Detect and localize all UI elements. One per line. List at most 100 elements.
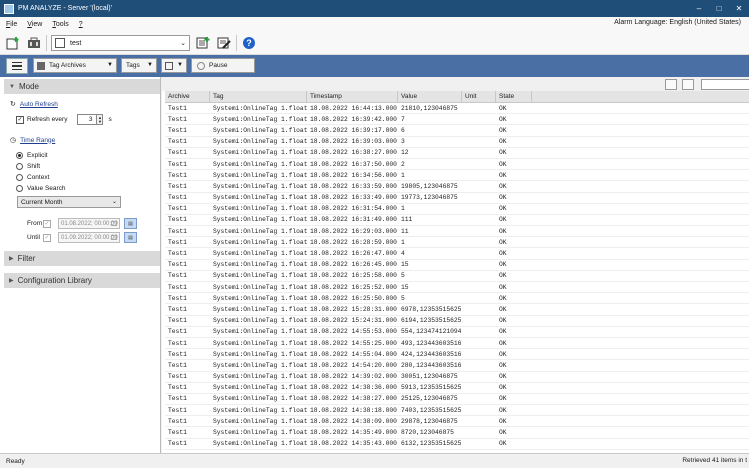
table-cell: Systemi:OnlineTag 1.float <box>213 160 307 168</box>
open-project-button[interactable] <box>25 34 43 52</box>
calendar-icon[interactable] <box>111 221 117 226</box>
radio-value-search[interactable]: Value Search <box>16 185 66 192</box>
radio-icon[interactable] <box>16 163 23 170</box>
table-row[interactable]: Test1 Systemi:OnlineTag 1.float 18.08.2022… <box>165 148 749 159</box>
table-row[interactable]: Test1 Systemi:OnlineTag 1.float 18.08.2022… <box>165 416 749 428</box>
from-picker-button[interactable]: ▤ <box>124 218 137 229</box>
column-header-tag[interactable]: Tag <box>210 90 307 103</box>
table-row[interactable]: Test1 Systemi:OnlineTag 1.float 18.08.2022… <box>165 125 749 137</box>
view-type-dropdown[interactable]: Tag Archives ▼ <box>33 58 117 73</box>
table-row[interactable]: Test1 Systemi:OnlineTag 1.float 18.08.2022… <box>165 114 749 126</box>
table-cell: 18.08.2022 14:38:18.000 <box>310 406 397 414</box>
table-row[interactable]: Test1 Systemi:OnlineTag 1.float 18.08.2022… <box>165 248 749 260</box>
table-row[interactable]: Test1 Systemi:OnlineTag 1.float 18.08.2022… <box>165 181 749 193</box>
table-view-dropdown[interactable]: ▼ <box>161 58 187 73</box>
refresh-interval-stepper[interactable]: 3 ▲ ▼ <box>77 114 104 125</box>
table-row[interactable]: Test1 Systemi:OnlineTag 1.float 18.08.2022… <box>165 349 749 361</box>
column-header-timestamp[interactable]: Timestamp <box>307 90 398 103</box>
stepper-arrows-icon[interactable]: ▲ ▼ <box>96 114 104 125</box>
refresh-every-checkbox[interactable]: ✓ <box>16 115 24 124</box>
table-cell: OK <box>499 160 507 168</box>
time-preset-dropdown[interactable]: Current Month ⌄ <box>17 196 121 208</box>
column-header-value[interactable]: Value <box>398 90 462 103</box>
table-row[interactable]: Test1 Systemi:OnlineTag 1.float 18.08.2022… <box>165 372 749 383</box>
table-cell: 1 <box>401 238 405 246</box>
help-button[interactable]: ? <box>240 34 258 52</box>
table-row[interactable]: Test1 Systemi:OnlineTag 1.float 18.08.2022… <box>165 360 749 372</box>
table-cell: 15 <box>401 261 409 269</box>
menu-tools[interactable]: Tools <box>52 21 68 28</box>
pause-button[interactable]: Pause <box>191 58 255 73</box>
column-header-archive[interactable]: Archive <box>165 90 210 103</box>
table-cell: Systemi:OnlineTag 1.float <box>213 294 307 302</box>
table-row[interactable]: Test1 Systemi:OnlineTag 1.float 18.08.2022… <box>165 215 749 227</box>
menu-view[interactable]: View <box>27 21 42 28</box>
menu-file[interactable]: File <box>6 21 17 28</box>
table-cell: 280,123443603516 <box>401 361 462 369</box>
search-input[interactable] <box>701 79 749 90</box>
filter-section-header[interactable]: ▶ Filter <box>4 251 160 266</box>
table-cell: OK <box>499 305 507 313</box>
hamburger-menu-icon[interactable] <box>6 58 28 74</box>
table-row[interactable]: Test1 Systemi:OnlineTag 1.float 18.08.2022… <box>165 282 749 294</box>
maximize-button[interactable]: □ <box>709 0 729 17</box>
table-row[interactable]: Test1 Systemi:OnlineTag 1.float 18.08.2022… <box>165 159 749 171</box>
toolbox-icon <box>28 37 40 48</box>
from-date-field[interactable]: 01.08.2022; 00:00:00 <box>58 218 120 229</box>
export-icon[interactable] <box>665 79 677 90</box>
minimize-button[interactable]: – <box>689 0 709 17</box>
edit-view-button[interactable] <box>215 34 233 52</box>
until-checkbox[interactable]: ✓ <box>43 233 51 242</box>
table-row[interactable]: Test1 Systemi:OnlineTag 1.float 18.08.2022… <box>165 327 749 338</box>
view-toolbar: Tag Archives ▼ Tags ▼ ▼ Pause <box>0 55 749 77</box>
table-cell: 18.08.2022 14:55:04.000 <box>310 350 397 358</box>
auto-refresh-link[interactable]: Auto Refresh <box>20 101 58 108</box>
radio-context[interactable]: Context <box>16 174 49 181</box>
mode-section-header[interactable]: ▼ Mode <box>4 79 160 94</box>
table-row[interactable]: Test1 Systemi:OnlineTag 1.float 18.08.2022… <box>165 439 749 450</box>
menu-help[interactable]: ? <box>79 21 83 28</box>
table-row[interactable]: Test1 Systemi:OnlineTag 1.float 18.08.2022… <box>165 260 749 271</box>
table-row[interactable]: Test1 Systemi:OnlineTag 1.float 18.08.2022… <box>165 193 749 204</box>
table-row[interactable]: Test1 Systemi:OnlineTag 1.float 18.08.2022… <box>165 304 749 316</box>
radio-icon[interactable] <box>16 174 23 181</box>
table-cell: 19773,123046875 <box>401 194 458 202</box>
table-row[interactable]: Test1 Systemi:OnlineTag 1.float 18.08.2022… <box>165 394 749 406</box>
column-header-state[interactable]: State <box>496 90 532 103</box>
table-row[interactable]: Test1 Systemi:OnlineTag 1.float 18.08.2022… <box>165 293 749 305</box>
from-checkbox[interactable]: ✓ <box>43 219 51 228</box>
alarm-language-selector[interactable]: Alarm Language: English (United States) <box>614 19 741 26</box>
table-row[interactable]: Test1 Systemi:OnlineTag 1.float 18.08.2022… <box>165 383 749 394</box>
from-row: From ✓ 01.08.2022; 00:00:00 ▤ <box>27 218 137 229</box>
tags-dropdown[interactable]: Tags ▼ <box>121 58 157 73</box>
until-date-field[interactable]: 01.09.2022; 00:00:00 <box>58 232 120 243</box>
settings-icon[interactable] <box>682 79 694 90</box>
until-picker-button[interactable]: ▤ <box>124 232 137 243</box>
radio-icon[interactable] <box>16 152 23 159</box>
radio-icon[interactable] <box>16 185 23 192</box>
project-selector[interactable]: test ⌄ <box>51 35 190 51</box>
add-view-button[interactable] <box>194 34 212 52</box>
radio-explicit[interactable]: Explicit <box>16 152 48 159</box>
table-row[interactable]: Test1 Systemi:OnlineTag 1.float 18.08.2022… <box>165 226 749 238</box>
table-cell: Systemi:OnlineTag 1.float <box>213 182 307 190</box>
calendar-icon[interactable] <box>111 235 117 240</box>
table-row[interactable]: Test1 Systemi:OnlineTag 1.float 18.08.2022… <box>165 405 749 417</box>
configuration-library-header[interactable]: ▶ Configuration Library <box>4 273 160 288</box>
table-row[interactable]: Test1 Systemi:OnlineTag 1.float 18.08.2022… <box>165 237 749 249</box>
radio-shift[interactable]: Shift <box>16 163 40 170</box>
table-row[interactable]: Test1 Systemi:OnlineTag 1.float 18.08.2022… <box>165 427 749 439</box>
table-row[interactable]: Test1 Systemi:OnlineTag 1.float 18.08.2022… <box>165 316 749 327</box>
time-range-link[interactable]: Time Range <box>20 137 55 144</box>
table-row[interactable]: Test1 Systemi:OnlineTag 1.float 18.08.2022… <box>165 103 749 115</box>
pause-icon <box>197 61 205 70</box>
column-header-unit[interactable]: Unit <box>462 90 496 103</box>
table-row[interactable]: Test1 Systemi:OnlineTag 1.float 18.08.2022… <box>165 170 749 182</box>
table-row[interactable]: Test1 Systemi:OnlineTag 1.float 18.08.2022… <box>165 137 749 148</box>
close-button[interactable]: ✕ <box>729 0 749 17</box>
table-row[interactable]: Test1 Systemi:OnlineTag 1.float 18.08.2022… <box>165 204 749 215</box>
table-row[interactable]: Test1 Systemi:OnlineTag 1.float 18.08.2022… <box>165 271 749 282</box>
table-row[interactable]: Test1 Systemi:OnlineTag 1.float 18.08.2022… <box>165 338 749 350</box>
new-project-button[interactable] <box>4 34 22 52</box>
toolbar-separator <box>46 35 47 51</box>
